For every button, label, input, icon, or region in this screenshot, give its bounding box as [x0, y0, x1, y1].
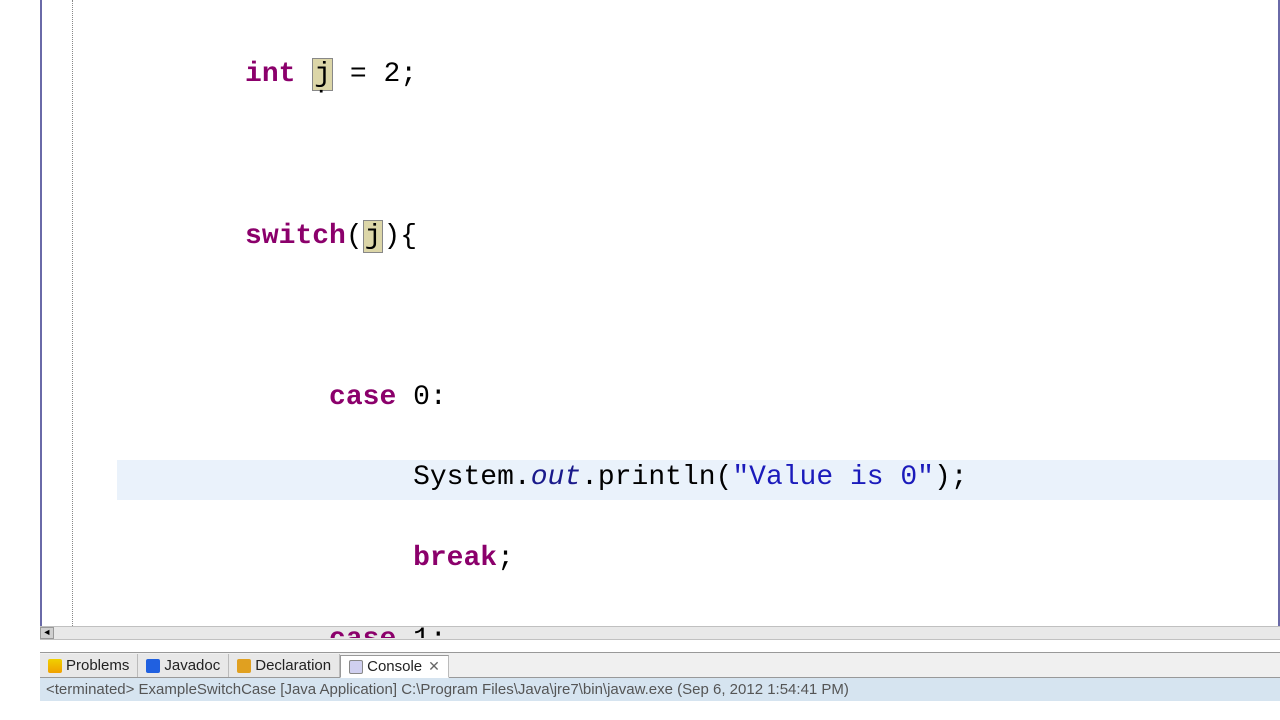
- keyword-case: case: [329, 624, 396, 640]
- tab-label: Problems: [66, 657, 129, 674]
- tab-label: Console: [367, 658, 422, 675]
- var-j-highlight: j̣: [312, 58, 333, 91]
- javadoc-icon: [146, 659, 160, 673]
- views-tab-bar: Problems Javadoc Declaration Console ✕: [40, 653, 1280, 678]
- problems-icon: [48, 659, 62, 673]
- code-line[interactable]: System.out.println("Value is 0");: [77, 458, 1278, 498]
- bottom-panel: Problems Javadoc Declaration Console ✕ <…: [40, 652, 1280, 720]
- console-icon: [349, 660, 363, 674]
- code-line[interactable]: switch(j){: [77, 217, 1278, 257]
- tab-declaration[interactable]: Declaration: [229, 654, 340, 677]
- code-line[interactable]: int j̣ = 2;: [77, 55, 1278, 95]
- string-literal: "Value is 0": [732, 462, 934, 493]
- code-line-blank[interactable]: [77, 297, 1278, 337]
- code-editor[interactable]: int j̣ = 2; switch(j){ case 0: System.ou…: [40, 0, 1280, 640]
- declaration-icon: [237, 659, 251, 673]
- tab-console[interactable]: Console ✕: [340, 655, 449, 678]
- console-status-line: <terminated> ExampleSwitchCase [Java App…: [40, 678, 1280, 701]
- code-line[interactable]: case 1:: [77, 620, 1278, 640]
- keyword-int: int: [245, 59, 295, 90]
- keyword-case: case: [329, 382, 396, 413]
- field-out: out: [531, 462, 581, 493]
- code-line-blank[interactable]: [77, 136, 1278, 176]
- keyword-break: break: [413, 543, 497, 574]
- code-area[interactable]: int j̣ = 2; switch(j){ case 0: System.ou…: [42, 0, 1278, 640]
- code-line[interactable]: break;: [77, 539, 1278, 579]
- var-j-highlight: j: [363, 220, 384, 253]
- tab-label: Declaration: [255, 657, 331, 674]
- keyword-switch: switch: [245, 221, 346, 252]
- tab-problems[interactable]: Problems: [40, 654, 138, 677]
- tab-label: Javadoc: [164, 657, 220, 674]
- tab-javadoc[interactable]: Javadoc: [138, 654, 229, 677]
- decl-rest: = 2;: [333, 59, 417, 90]
- code-line[interactable]: case 0:: [77, 378, 1278, 418]
- close-icon[interactable]: ✕: [428, 658, 440, 675]
- scroll-left-button[interactable]: ◄: [40, 627, 54, 639]
